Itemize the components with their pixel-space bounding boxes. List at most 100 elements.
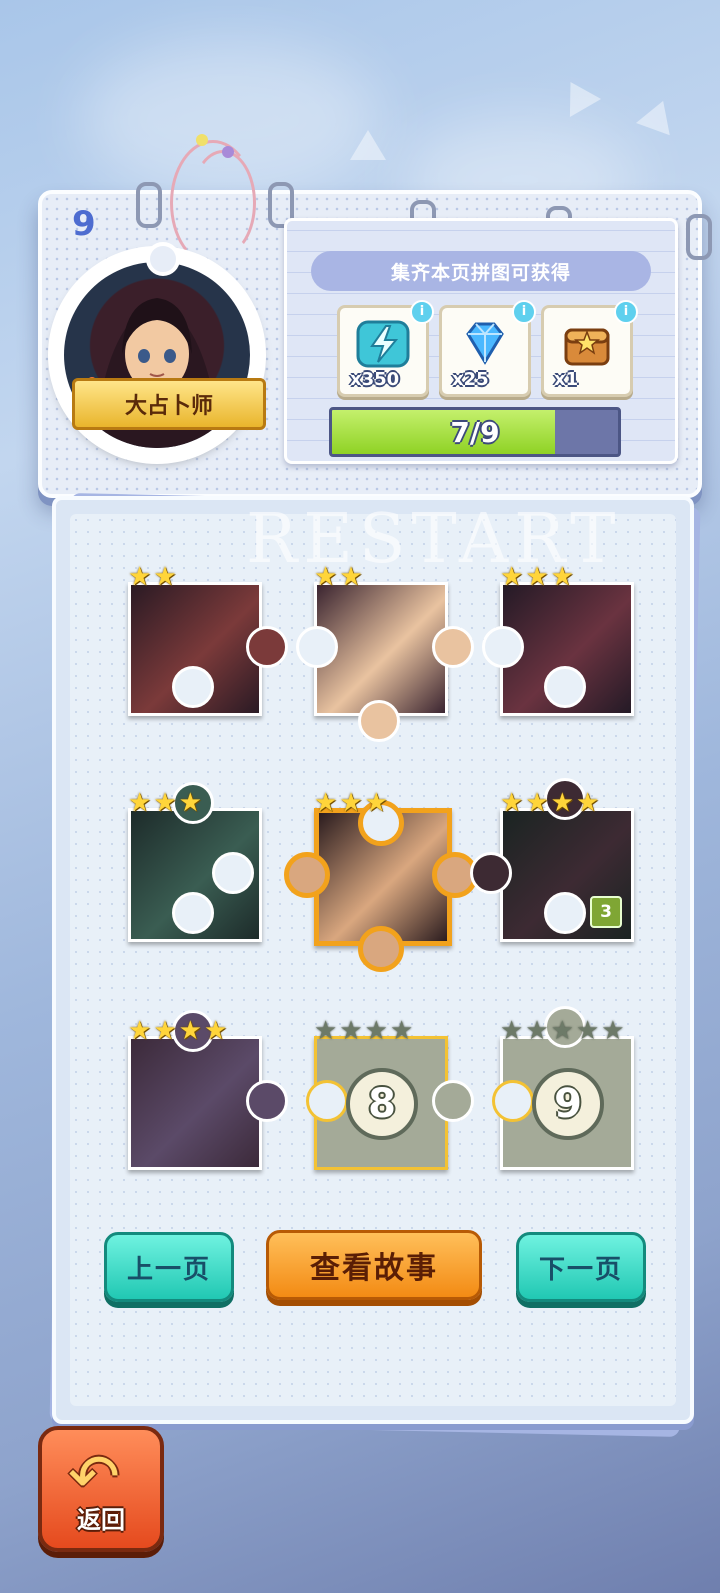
piece-knob	[296, 626, 338, 668]
piece-knob	[482, 626, 524, 668]
lightning-energy-icon	[356, 316, 410, 370]
star-icon: ★	[153, 1016, 177, 1046]
character-name: 大占卜师	[124, 394, 213, 419]
star-icon: ★	[178, 788, 202, 818]
piece-star-rating: ★ ★ ★	[314, 790, 388, 816]
piece-knob	[544, 666, 586, 708]
puzzle-piece-2[interactable]: ★ ★	[296, 564, 474, 742]
piece-star-rating: ★ ★ ★ ★ ★	[500, 1018, 625, 1044]
star-icon: ★	[314, 562, 338, 592]
star-icon: ★	[314, 788, 338, 818]
star-icon: ★	[339, 788, 363, 818]
view-story-button[interactable]: 查看故事	[266, 1230, 482, 1300]
piece-knob	[432, 626, 474, 668]
piece-star-rating: ★ ★	[128, 564, 177, 590]
star-icon: ★	[314, 1016, 338, 1046]
back-button[interactable]: ↶ 返回	[38, 1426, 164, 1552]
reward-quantity: x350	[350, 369, 400, 390]
collection-progress-bar: 7/9	[329, 407, 621, 457]
binder-ring	[136, 182, 162, 228]
piece-knob	[492, 1080, 534, 1122]
puzzle-piece-9[interactable]: ★ ★ ★ ★ ★ 9	[492, 1006, 634, 1170]
puzzle-piece-4[interactable]: ★ ★ ★	[128, 782, 262, 942]
next-page-label: 下一页	[538, 1254, 623, 1285]
next-page-button[interactable]: 下一页	[516, 1232, 646, 1302]
treasure-chest-icon	[560, 316, 614, 370]
piece-knob	[470, 852, 512, 894]
info-icon[interactable]: i	[410, 300, 434, 324]
star-icon: ★	[364, 788, 388, 818]
info-icon[interactable]: i	[512, 300, 536, 324]
piece-star-rating: ★ ★ ★	[128, 790, 202, 816]
star-icon: ★	[364, 1016, 388, 1046]
blue-diamond-icon	[458, 316, 512, 370]
star-icon: ★	[575, 788, 600, 818]
character-name-ribbon: 大占卜师	[72, 378, 266, 430]
star-icon: ★	[500, 788, 524, 818]
star-icon: ★	[203, 1016, 228, 1046]
reward-panel: 集齐本页拼图可获得 x350 i x25 i x1 i 7/9	[284, 218, 678, 464]
progress-text: 7/9	[450, 415, 500, 449]
star-icon: ★	[153, 788, 177, 818]
string-bead	[222, 146, 234, 158]
reward-item-energy[interactable]: x350 i	[337, 300, 434, 397]
star-icon: ★	[128, 1016, 152, 1046]
info-icon[interactable]: i	[614, 300, 638, 324]
piece-knob	[306, 1080, 348, 1122]
piece-knob	[432, 1080, 474, 1122]
piece-knob	[246, 1080, 288, 1122]
string-bead	[196, 134, 208, 146]
piece-knob	[544, 892, 586, 934]
reward-quantity: x25	[452, 369, 489, 390]
piece-knob	[358, 700, 400, 742]
star-icon: ★	[339, 1016, 363, 1046]
piece-star-rating: ★ ★ ★	[500, 564, 574, 590]
piece-knob	[358, 926, 404, 972]
puzzle-piece-7[interactable]: ★ ★ ★ ★	[128, 1010, 288, 1170]
puzzle-piece-8[interactable]: ★ ★ ★ ★ 8	[306, 1018, 474, 1170]
piece-star-rating: ★ ★ ★ ★	[128, 1018, 227, 1044]
star-icon: ★	[550, 1016, 574, 1046]
piece-knob	[246, 626, 288, 668]
piece-star-rating: ★ ★ ★ ★	[500, 790, 599, 816]
badge-hole	[146, 242, 180, 276]
piece-knob	[172, 892, 214, 934]
star-icon: ★	[601, 1016, 625, 1046]
star-icon: ★	[128, 788, 152, 818]
view-story-label: 查看故事	[310, 1251, 438, 1286]
star-icon: ★	[525, 788, 549, 818]
star-icon: ★	[525, 562, 549, 592]
star-icon: ★	[525, 1016, 549, 1046]
prev-page-button[interactable]: 上一页	[104, 1232, 234, 1302]
duplicate-count-badge: 3	[590, 896, 622, 928]
puzzle-piece-1[interactable]: ★ ★	[128, 564, 288, 716]
reward-quantity: x1	[554, 369, 579, 390]
reward-item-diamond[interactable]: x25 i	[439, 300, 536, 397]
reward-title: 集齐本页拼图可获得	[311, 251, 651, 291]
piece-star-rating: ★ ★ ★ ★	[314, 1018, 413, 1044]
piece-image	[128, 1036, 262, 1170]
star-icon: ★	[128, 562, 152, 592]
piece-knob	[284, 852, 330, 898]
star-icon: ★	[550, 562, 574, 592]
puzzle-piece-5[interactable]: ★ ★ ★	[284, 790, 478, 972]
star-icon: ★	[339, 562, 363, 592]
reward-item-chest[interactable]: x1 i	[541, 300, 638, 397]
star-icon: ★	[178, 1016, 202, 1046]
prev-page-label: 上一页	[126, 1254, 211, 1285]
piece-knob	[172, 666, 214, 708]
locked-piece-number: 8	[346, 1068, 418, 1140]
page-number: 9	[72, 204, 96, 244]
binder-ring	[686, 214, 712, 260]
piece-star-rating: ★ ★	[314, 564, 363, 590]
star-icon: ★	[500, 562, 524, 592]
star-icon: ★	[389, 1016, 414, 1046]
puzzle-piece-6[interactable]: ★ ★ ★ ★ 3	[470, 778, 634, 942]
star-icon: ★	[500, 1016, 524, 1046]
puzzle-piece-3[interactable]: ★ ★ ★	[482, 564, 634, 716]
star-icon: ★	[575, 1016, 600, 1046]
star-icon: ★	[550, 788, 574, 818]
back-label: 返回	[77, 1506, 125, 1534]
star-icon: ★	[153, 562, 177, 592]
badge-string	[190, 150, 256, 256]
